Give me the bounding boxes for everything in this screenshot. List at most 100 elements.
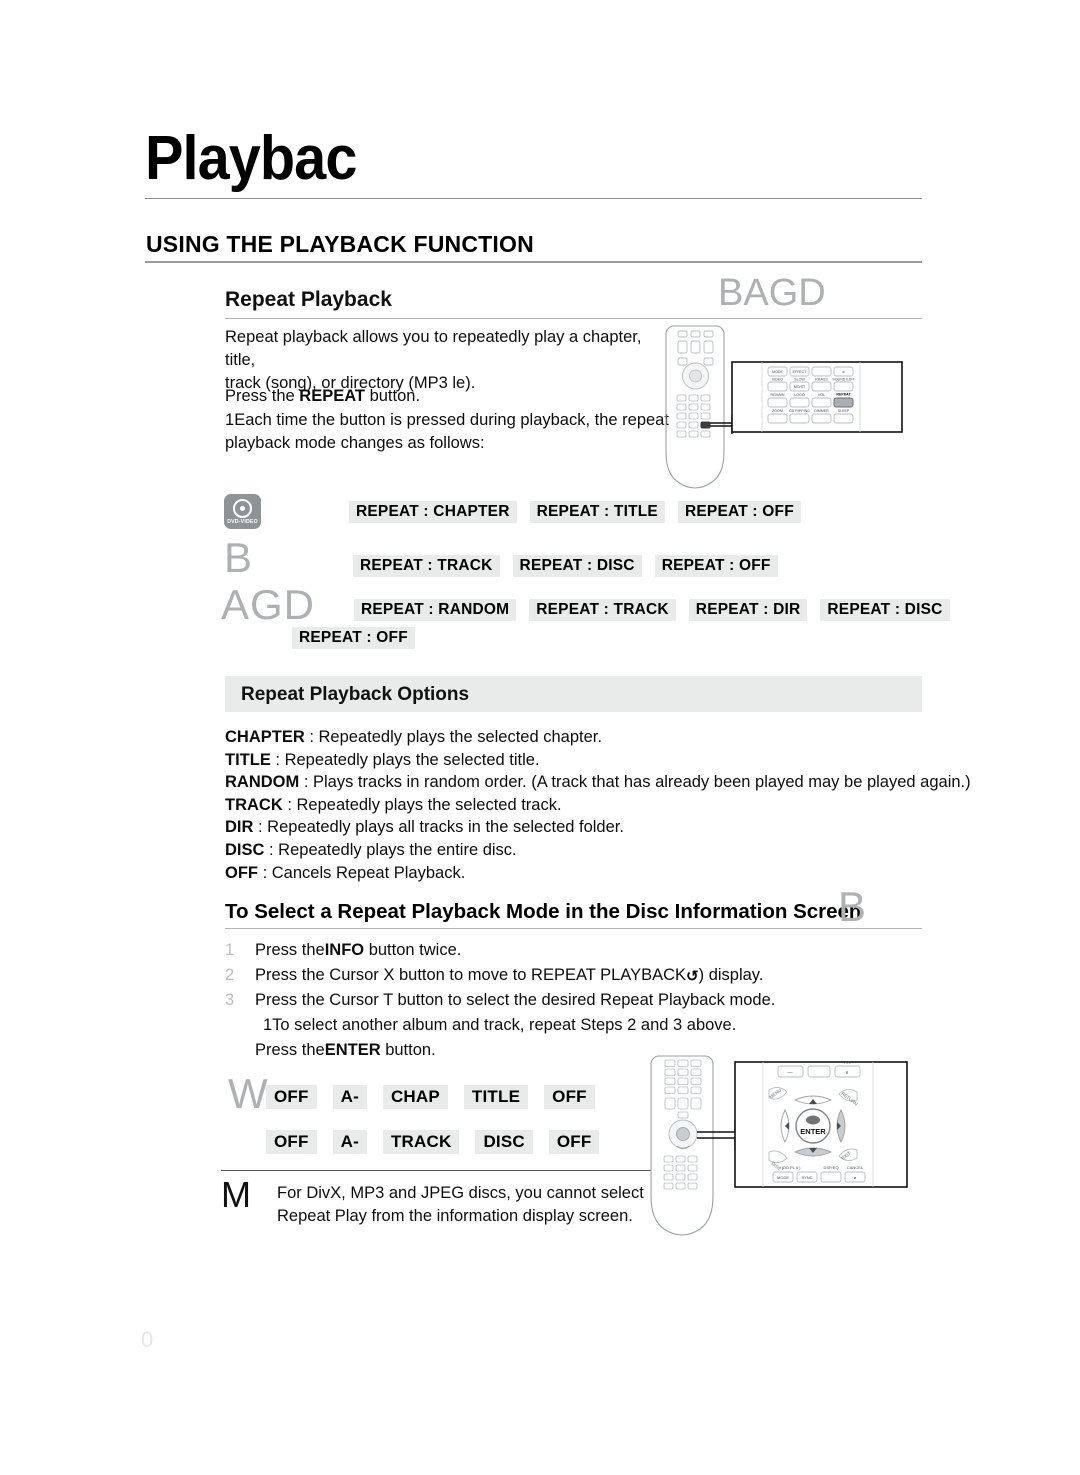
subsection-heading: Repeat Playback	[225, 288, 392, 311]
option-desc: : Repeatedly plays the selected track.	[282, 795, 562, 814]
disc-type-tags: BAGD	[718, 272, 826, 314]
svg-text:/ (DD PL II ): / (DD PL II )	[780, 1165, 802, 1170]
disc-marker-w: W	[228, 1070, 269, 1117]
option-desc: : Repeatedly plays all tracks in the sel…	[253, 818, 624, 837]
remote-illustration-repeat: MODE EFFECT ø VIDEO SLOW P.BASS SOUND ED…	[662, 322, 962, 512]
step-text: Press the Cursor X button to move to REP…	[255, 966, 687, 984]
svg-text:∨: ∨	[845, 1070, 849, 1076]
press-repeat-line: Press the REPEAT button.	[225, 385, 685, 408]
svg-text:CD RIPPING: CD RIPPING	[789, 409, 810, 413]
step-text: Press the	[255, 941, 325, 959]
repeat-step-text: Each time the button is pressed during p…	[225, 411, 669, 452]
option-term: CHAPTER	[225, 728, 305, 746]
disc-glyph	[233, 499, 252, 518]
repeat-button-name: REPEAT	[299, 387, 365, 405]
info-mode-row-dvd: OFF A- CHAP TITLE OFF	[266, 1085, 611, 1109]
enter-post: button.	[380, 1041, 436, 1059]
remote-illustration-enter: — ∨ VOL MENU RETURN DISC EXIT ENTER / (D…	[645, 1052, 965, 1262]
repeat-mode-badge-1: REPEAT : TITLE	[529, 501, 665, 523]
remote-top-svg: MODE EFFECT ø VIDEO SLOW P.BASS SOUND ED…	[665, 325, 903, 489]
info-mode-badge-1: A-	[332, 1130, 367, 1154]
manual-page: Playbac USING THE PLAYBACK FUNCTION Repe…	[0, 0, 1080, 1475]
remote-repeat-key-enlarged	[833, 397, 854, 408]
info-mode-badge-4: OFF	[548, 1130, 600, 1154]
option-item: OFF : Cancels Repeat Playback.	[225, 862, 935, 885]
repeat-mode-badge-1: REPEAT : TRACK	[529, 599, 676, 621]
repeat-mode-badge-1: REPEAT : DISC	[512, 555, 642, 577]
section-divider	[145, 261, 922, 263]
repeat-mode-row-cd: REPEAT : TRACK REPEAT : DISC REPEAT : OFF	[353, 555, 791, 577]
svg-text:SLEEP: SLEEP	[838, 409, 850, 413]
options-list: CHAPTER : Repeatedly plays the selected …	[225, 726, 971, 885]
option-desc: : Repeatedly plays the selected title.	[270, 750, 540, 769]
info-mode-badge-1: A-	[332, 1085, 367, 1109]
disc-info-substep: 1To select another album and track, repe…	[263, 1016, 737, 1034]
options-band-title: Repeat Playback Options	[241, 684, 470, 705]
option-desc: : Cancels Repeat Playback.	[258, 863, 466, 882]
subsection-divider	[225, 318, 922, 319]
step-number: 1	[225, 941, 235, 959]
repeat-mode-row-mp3: REPEAT : RANDOM REPEAT : TRACK REPEAT : DI…	[354, 599, 963, 621]
repeat-step-marker: 1	[225, 411, 235, 429]
option-item: RANDOM : Plays tracks in random order. (…	[225, 771, 971, 794]
option-term: OFF	[225, 863, 258, 882]
repeat-mode-badge-2: REPEAT : DIR	[688, 599, 808, 621]
option-desc: : Repeatedly plays the entire disc.	[264, 840, 517, 859]
info-mode-badge-2: TRACK	[382, 1130, 460, 1154]
svg-text:—: —	[788, 1070, 793, 1076]
svg-text:DSP/EQ: DSP/EQ	[823, 1165, 838, 1170]
remote-enter-label: ENTER	[800, 1127, 826, 1136]
svg-text:REMAIN: REMAIN	[771, 393, 785, 397]
svg-text:LOGO: LOGO	[794, 393, 805, 397]
page-title: Playbac	[145, 124, 357, 193]
svg-text:ZOOM: ZOOM	[772, 409, 783, 413]
disc-info-marker-b: B	[838, 883, 868, 930]
note-marker: M	[221, 1174, 252, 1215]
option-desc: : Plays tracks in random order. (A track…	[299, 773, 971, 792]
disc-info-step: 3 Press the Cursor T button to select the…	[225, 988, 925, 1013]
press-repeat-post: button.	[365, 387, 421, 405]
repeat-mode-badge-2: REPEAT : OFF	[654, 555, 778, 577]
title-divider	[145, 198, 922, 199]
svg-text:MODE: MODE	[772, 370, 783, 374]
repeat-step-line: 1Each time the button is pressed during …	[225, 409, 675, 455]
repeat-mode-badge-0: REPEAT : RANDOM	[354, 599, 517, 621]
repeat-mode-badge-0: REPEAT : CHAPTER	[349, 501, 517, 523]
svg-text:MO/ST: MO/ST	[794, 385, 806, 389]
disc-info-divider	[225, 928, 922, 929]
info-mode-badge-2: CHAP	[382, 1085, 448, 1109]
option-term: TITLE	[225, 750, 271, 769]
step-text-post: ) display.	[698, 966, 764, 984]
repeat-mode-badge-0: REPEAT : TRACK	[353, 555, 500, 577]
option-item: DIR : Repeatedly plays all tracks in the…	[225, 816, 935, 839]
disc-info-step: 2 Press the Cursor X button to move to RE…	[225, 963, 925, 988]
disc-info-steps: 1 Press theINFO button twice. 2 Press the C…	[225, 938, 925, 1063]
options-band: Repeat Playback Options	[225, 676, 922, 712]
dvd-video-icon-label: DVD-VIDEO	[227, 519, 258, 525]
svg-text:CANCEL: CANCEL	[847, 1165, 864, 1170]
info-mode-badge-4: OFF	[544, 1085, 595, 1109]
svg-text:DIMMER: DIMMER	[814, 409, 829, 413]
page-number: 0	[141, 1327, 154, 1352]
svg-text:SYNC: SYNC	[801, 1175, 812, 1180]
note-text: For DivX, MP3 and JPEG discs, you cannot…	[277, 1184, 644, 1225]
remote-enter-button	[795, 1108, 831, 1144]
step-text-post: button twice.	[364, 941, 462, 959]
remote-bottom-svg: — ∨ VOL MENU RETURN DISC EXIT ENTER / (D…	[650, 1055, 908, 1236]
enter-pre: Press the	[255, 1041, 325, 1059]
info-mode-row-cd: OFF A- TRACK DISC OFF	[266, 1130, 615, 1154]
disc-info-heading: To Select a Repeat Playback Mode in the …	[225, 900, 862, 923]
option-term: TRACK	[225, 795, 283, 814]
enter-button-name: ENTER	[324, 1041, 381, 1059]
svg-text:MODE: MODE	[777, 1175, 789, 1180]
svg-text:EFFECT: EFFECT	[793, 370, 808, 374]
repeat-mode-row-mp3-cont: REPEAT : OFF	[292, 627, 428, 649]
option-term: DISC	[225, 840, 265, 859]
info-mode-badge-0: OFF	[266, 1085, 317, 1109]
option-item: DISC : Repeatedly plays the entire disc.	[225, 839, 935, 862]
option-item: TRACK : Repeatedly plays the selected tr…	[225, 794, 935, 817]
option-item: CHAPTER : Repeatedly plays the selected …	[225, 726, 935, 749]
note-divider	[221, 1170, 651, 1171]
svg-text:SOUND EDIT: SOUND EDIT	[832, 378, 855, 382]
info-mode-badge-3: DISC	[475, 1130, 533, 1154]
